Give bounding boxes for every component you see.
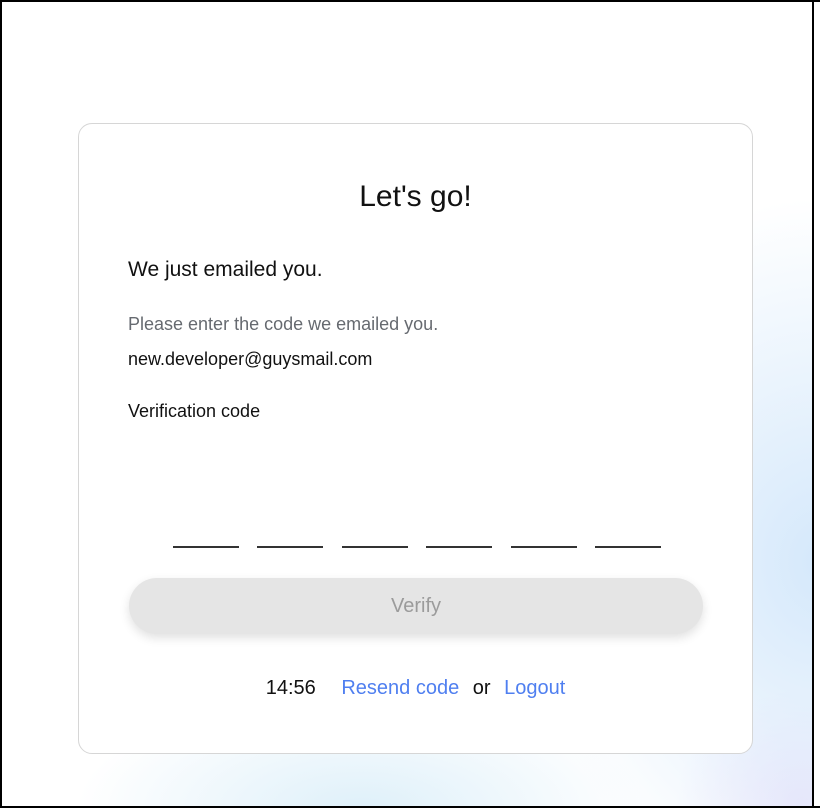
page-frame: Let's go! We just emailed you. Please en… (0, 0, 820, 808)
instruction-text: Please enter the code we emailed you. (128, 314, 439, 334)
footer-actions: 14:56 Resend code or Logout (79, 677, 752, 700)
logout-link[interactable]: Logout (504, 677, 565, 700)
code-digit-4[interactable] (426, 510, 493, 548)
or-separator: or (472, 677, 491, 699)
code-digit-1[interactable] (173, 510, 239, 548)
code-digit-5[interactable] (510, 510, 577, 548)
verify-button[interactable]: Verify (129, 578, 703, 634)
verification-card: Let's go! We just emailed you. Please en… (78, 123, 753, 754)
code-digit-6[interactable] (594, 510, 661, 548)
code-digit-3[interactable] (341, 510, 408, 548)
window-edge (812, 2, 820, 806)
code-digit-2[interactable] (257, 510, 324, 548)
verification-code-inputs (173, 510, 661, 548)
page-title: Let's go! (359, 180, 472, 213)
subtitle: We just emailed you. (128, 258, 323, 281)
countdown-timer: 14:56 (265, 677, 316, 699)
resend-code-link[interactable]: Resend code (341, 677, 459, 700)
verification-code-label: Verification code (128, 401, 261, 421)
email-address: new.developer@guysmail.com (128, 349, 373, 369)
